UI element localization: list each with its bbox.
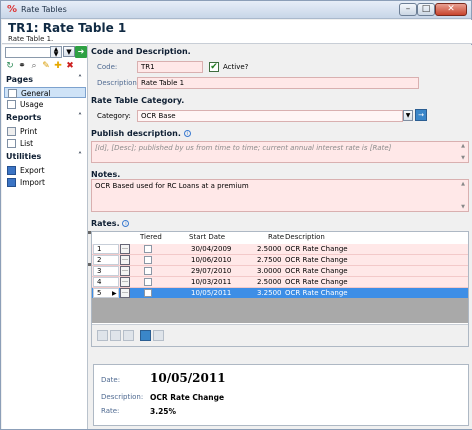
page-icon	[8, 89, 17, 98]
percent-icon: %	[6, 4, 18, 15]
category-dropdown-button[interactable]: ▼	[403, 110, 413, 121]
tiered-checkbox[interactable]	[144, 267, 152, 275]
close-button[interactable]: ✕	[435, 3, 467, 16]
grid-delete-icon[interactable]	[123, 330, 134, 341]
minimize-button[interactable]: –	[399, 3, 417, 16]
grid-empty-area	[92, 298, 468, 323]
sidebar-item-print[interactable]: Print	[4, 126, 86, 137]
category-lookup-icon[interactable]: →	[415, 109, 427, 121]
category-label: Category:	[97, 112, 131, 120]
col-header-start-date[interactable]: Start Date	[189, 232, 225, 243]
sidebar-section-reports[interactable]: Reports ˄	[6, 112, 86, 124]
printer-icon	[7, 127, 16, 136]
ellipsis-button[interactable]: …	[120, 277, 130, 287]
rate-tables-window: % Rate Tables – □ ✕ TR1: Rate Table 1 Ra…	[0, 0, 472, 430]
ellipsis-button[interactable]: …	[120, 255, 130, 265]
category-select[interactable]: OCR Base	[137, 110, 403, 122]
import-icon	[7, 178, 16, 187]
memo-scrollbar[interactable]: ▲ ▼	[459, 181, 467, 210]
grid-view-icon[interactable]	[140, 330, 151, 341]
description-label: Description:	[97, 79, 140, 87]
active-checkbox[interactable]: ✔	[209, 62, 219, 72]
tiered-checkbox[interactable]	[144, 245, 152, 253]
sidebar-section-pages[interactable]: Pages ˄	[6, 74, 86, 86]
sidebar-item-import[interactable]: Import	[4, 177, 86, 188]
ellipsis-button[interactable]: …	[120, 244, 130, 254]
search-icon[interactable]: ⌕	[28, 60, 40, 72]
code-field[interactable]: TR1	[137, 61, 203, 73]
sidebar-item-usage[interactable]: Usage	[4, 99, 86, 110]
sidebar-item-export[interactable]: Export	[4, 165, 86, 176]
detail-date-label: Date:	[101, 376, 121, 384]
detail-date-value: 10/05/2011	[150, 371, 226, 385]
collapse-icon[interactable]: ˄	[78, 151, 82, 160]
active-label: Active?	[223, 63, 249, 71]
record-title: TR1: Rate Table 1	[8, 21, 127, 35]
tiered-checkbox[interactable]	[144, 289, 152, 297]
grid-add-icon[interactable]	[97, 330, 108, 341]
notes-heading: Notes.	[91, 170, 121, 179]
grid-detail-icon[interactable]	[153, 330, 164, 341]
go-arrow-icon[interactable]: ➜	[75, 46, 87, 58]
record-spinner[interactable]: ▲ ▼	[50, 46, 62, 58]
notes-field[interactable]: OCR Based used for RC Loans at a premium…	[91, 179, 469, 212]
ellipsis-button[interactable]: …	[120, 288, 130, 298]
rates-grid: Tiered Start Date Rate Description 1 … 3…	[91, 231, 469, 347]
collapse-icon[interactable]: ˄	[78, 112, 82, 121]
sidebar-toolbar: ↻ ⚭ ⌕ ✎ ✚ ✖	[4, 60, 86, 72]
title-bar[interactable]: % Rate Tables – □ ✕	[1, 1, 471, 19]
table-row[interactable]: 3 … 29/07/2010 3.0000 OCR Rate Change	[92, 266, 468, 277]
sidebar-item-general[interactable]: General	[4, 87, 86, 98]
refresh-icon[interactable]: ↻	[4, 60, 16, 72]
rates-heading: Rates. i	[91, 219, 130, 228]
publish-description-field[interactable]: [Id], [Desc]; published by us from time …	[91, 141, 469, 163]
record-dropdown-button[interactable]: ▼	[63, 46, 75, 57]
add-icon[interactable]: ✚	[52, 60, 64, 72]
code-description-heading: Code and Description.	[91, 47, 191, 56]
table-row[interactable]: 4 … 10/03/2011 2.5000 OCR Rate Change	[92, 277, 468, 288]
ellipsis-button[interactable]: …	[120, 266, 130, 276]
page-icon	[7, 100, 16, 109]
grid-toolbar	[92, 324, 468, 346]
col-header-rate[interactable]: Rate	[268, 232, 284, 243]
record-header: TR1: Rate Table 1 Rate Table 1.	[2, 20, 472, 44]
sidebar-item-list[interactable]: List	[4, 138, 86, 149]
sidebar-section-utilities[interactable]: Utilities ˄	[6, 151, 86, 163]
record-subtitle: Rate Table 1.	[8, 35, 54, 43]
main-panel: Code and Description. Code: TR1 ✔ Active…	[91, 45, 472, 429]
table-row[interactable]: 1 … 30/04/2009 2.5000 OCR Rate Change	[92, 244, 468, 255]
window-title: Rate Tables	[21, 5, 67, 14]
category-heading: Rate Table Category.	[91, 96, 185, 105]
pencil-icon[interactable]: ✎	[40, 60, 52, 72]
detail-description-label: Description:	[101, 393, 144, 401]
rate-detail-panel: Date: 10/05/2011 Description: OCR Rate C…	[93, 364, 469, 426]
col-header-tiered[interactable]: Tiered	[140, 232, 162, 243]
tiered-checkbox[interactable]	[144, 278, 152, 286]
detail-rate-label: Rate:	[101, 407, 120, 415]
tiered-checkbox[interactable]	[144, 256, 152, 264]
col-header-description[interactable]: Description	[285, 232, 325, 243]
publish-heading: Publish description. i	[91, 129, 191, 138]
table-row[interactable]: 2 … 10/06/2010 2.7500 OCR Rate Change	[92, 255, 468, 266]
page-icon	[7, 139, 16, 148]
code-label: Code:	[97, 63, 118, 71]
binoculars-icon[interactable]: ⚭	[16, 60, 28, 72]
collapse-icon[interactable]: ˄	[78, 74, 82, 83]
info-icon[interactable]: i	[183, 130, 191, 137]
sidebar: ▲ ▼ ▼ ➜ ↻ ⚭ ⌕ ✎ ✚ ✖ Pages ˄ General Usage…	[2, 45, 88, 429]
detail-description-value: OCR Rate Change	[150, 393, 225, 402]
export-icon	[7, 166, 16, 175]
detail-rate-value: 3.25%	[150, 407, 177, 416]
maximize-button[interactable]: □	[417, 3, 435, 16]
grid-edit-icon[interactable]	[110, 330, 121, 341]
info-icon[interactable]: i	[122, 220, 130, 227]
description-field[interactable]: Rate Table 1	[137, 77, 419, 89]
memo-scrollbar[interactable]: ▲ ▼	[459, 143, 467, 161]
delete-icon[interactable]: ✖	[64, 60, 76, 72]
